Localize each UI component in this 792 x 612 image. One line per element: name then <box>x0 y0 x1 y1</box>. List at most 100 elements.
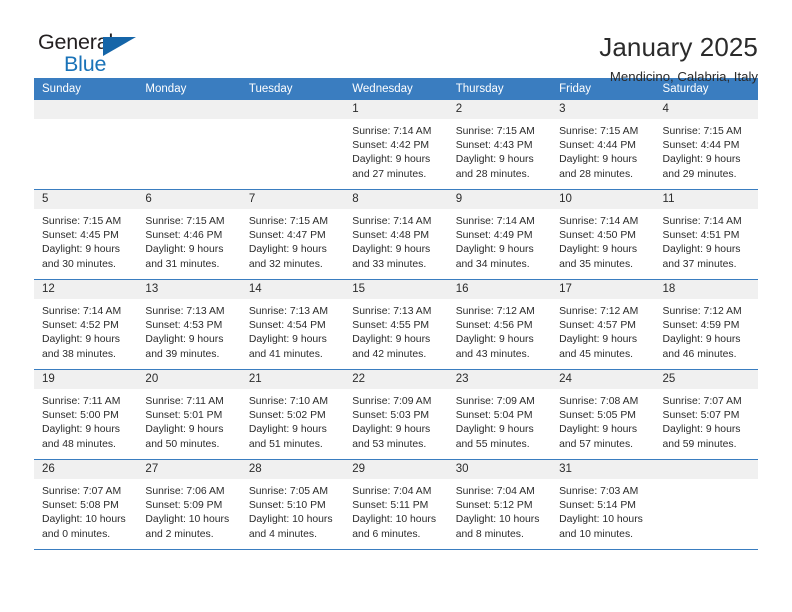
sunset-text: Sunset: 5:10 PM <box>248 500 326 512</box>
day-cell[interactable]: 21 Sunrise: 7:10 AM Sunset: 5:02 PM Dayl… <box>240 370 345 459</box>
sunrise-text: Sunrise: 7:11 AM <box>145 396 224 407</box>
day-number: 12 <box>34 280 138 299</box>
day-cell[interactable]: 5 Sunrise: 7:15 AM Sunset: 4:45 PM Dayli… <box>34 190 138 279</box>
daylight-text-line2: and 30 minutes. <box>42 258 116 270</box>
day-details: Sunrise: 7:15 AM Sunset: 4:45 PM Dayligh… <box>34 209 137 272</box>
page-header: General Blue January 2025 Mendicino, Cal… <box>34 0 758 84</box>
day-details: Sunrise: 7:13 AM Sunset: 4:55 PM Dayligh… <box>344 299 447 362</box>
sunrise-text: Sunrise: 7:03 AM <box>559 486 639 497</box>
daylight-text-line2: and 57 minutes. <box>559 438 634 450</box>
sunset-text: Sunset: 5:07 PM <box>662 410 740 422</box>
day-cell[interactable]: 31 Sunrise: 7:03 AM Sunset: 5:14 PM Dayl… <box>551 460 655 549</box>
sunset-text: Sunset: 4:57 PM <box>559 320 636 332</box>
day-number <box>654 460 758 479</box>
day-cell[interactable]: 6 Sunrise: 7:15 AM Sunset: 4:46 PM Dayli… <box>137 190 241 279</box>
day-details: Sunrise: 7:14 AM Sunset: 4:50 PM Dayligh… <box>551 209 654 272</box>
day-cell[interactable]: 4 Sunrise: 7:15 AM Sunset: 4:44 PM Dayli… <box>654 100 758 189</box>
daylight-text-line1: Daylight: 10 hours <box>145 514 230 526</box>
day-cell[interactable] <box>137 100 241 189</box>
day-cell[interactable]: 3 Sunrise: 7:15 AM Sunset: 4:44 PM Dayli… <box>551 100 655 189</box>
day-cell[interactable]: 2 Sunrise: 7:15 AM Sunset: 4:43 PM Dayli… <box>447 100 552 189</box>
day-details <box>655 479 758 485</box>
sunset-text: Sunset: 4:54 PM <box>248 320 326 332</box>
day-details: Sunrise: 7:11 AM Sunset: 5:00 PM Dayligh… <box>34 389 137 452</box>
day-cell[interactable]: 16 Sunrise: 7:12 AM Sunset: 4:56 PM Dayl… <box>447 280 552 369</box>
day-cell[interactable]: 17 Sunrise: 7:12 AM Sunset: 4:57 PM Dayl… <box>551 280 655 369</box>
sunrise-text: Sunrise: 7:05 AM <box>248 486 328 497</box>
day-cell[interactable]: 23 Sunrise: 7:09 AM Sunset: 5:04 PM Dayl… <box>447 370 552 459</box>
day-cell[interactable]: 13 Sunrise: 7:13 AM Sunset: 4:53 PM Dayl… <box>137 280 241 369</box>
day-number: 15 <box>344 280 448 299</box>
day-cell[interactable]: 27 Sunrise: 7:06 AM Sunset: 5:09 PM Dayl… <box>137 460 241 549</box>
day-cell[interactable]: 25 Sunrise: 7:07 AM Sunset: 5:07 PM Dayl… <box>654 370 758 459</box>
day-number: 11 <box>654 190 758 209</box>
day-cell[interactable]: 30 Sunrise: 7:04 AM Sunset: 5:12 PM Dayl… <box>447 460 552 549</box>
sunrise-text: Sunrise: 7:04 AM <box>352 486 432 497</box>
day-cell[interactable]: 26 Sunrise: 7:07 AM Sunset: 5:08 PM Dayl… <box>34 460 138 549</box>
daylight-text-line1: Daylight: 9 hours <box>662 424 741 436</box>
daylight-text-line1: Daylight: 9 hours <box>455 424 534 436</box>
sunset-text: Sunset: 4:44 PM <box>559 140 636 152</box>
day-cell[interactable]: 19 Sunrise: 7:11 AM Sunset: 5:00 PM Dayl… <box>34 370 138 459</box>
daylight-text-line2: and 10 minutes. <box>559 528 634 540</box>
day-number: 23 <box>447 370 552 389</box>
day-details: Sunrise: 7:03 AM Sunset: 5:14 PM Dayligh… <box>551 479 654 542</box>
day-number <box>240 100 345 119</box>
day-number: 2 <box>447 100 552 119</box>
day-cell[interactable]: 24 Sunrise: 7:08 AM Sunset: 5:05 PM Dayl… <box>551 370 655 459</box>
daylight-text-line2: and 28 minutes. <box>559 168 634 180</box>
day-details: Sunrise: 7:15 AM Sunset: 4:43 PM Dayligh… <box>448 119 551 182</box>
day-cell[interactable]: 10 Sunrise: 7:14 AM Sunset: 4:50 PM Dayl… <box>551 190 655 279</box>
day-number: 3 <box>551 100 655 119</box>
daylight-text-line2: and 4 minutes. <box>248 528 318 540</box>
day-cell[interactable] <box>34 100 138 189</box>
day-number: 31 <box>551 460 655 479</box>
day-cell[interactable]: 22 Sunrise: 7:09 AM Sunset: 5:03 PM Dayl… <box>344 370 448 459</box>
daylight-text-line2: and 55 minutes. <box>455 438 530 450</box>
day-cell[interactable] <box>654 460 758 549</box>
day-cell[interactable]: 15 Sunrise: 7:13 AM Sunset: 4:55 PM Dayl… <box>344 280 448 369</box>
week-row: 26 Sunrise: 7:07 AM Sunset: 5:08 PM Dayl… <box>34 460 758 550</box>
sunset-text: Sunset: 4:51 PM <box>662 230 740 242</box>
sunset-text: Sunset: 4:49 PM <box>455 230 533 242</box>
day-details: Sunrise: 7:14 AM Sunset: 4:51 PM Dayligh… <box>655 209 758 272</box>
daylight-text-line1: Daylight: 9 hours <box>559 244 638 256</box>
sunset-text: Sunset: 5:00 PM <box>42 410 119 422</box>
sunrise-text: Sunrise: 7:04 AM <box>455 486 535 497</box>
day-number: 26 <box>34 460 138 479</box>
day-cell[interactable]: 12 Sunrise: 7:14 AM Sunset: 4:52 PM Dayl… <box>34 280 138 369</box>
day-details: Sunrise: 7:12 AM Sunset: 4:57 PM Dayligh… <box>551 299 654 362</box>
general-blue-logo[interactable]: General Blue <box>34 30 154 78</box>
day-cell[interactable]: 7 Sunrise: 7:15 AM Sunset: 4:47 PM Dayli… <box>240 190 345 279</box>
day-cell[interactable]: 14 Sunrise: 7:13 AM Sunset: 4:54 PM Dayl… <box>240 280 345 369</box>
sunset-text: Sunset: 5:05 PM <box>559 410 636 422</box>
daylight-text-line1: Daylight: 10 hours <box>455 514 540 526</box>
day-details <box>241 119 344 125</box>
daylight-text-line2: and 2 minutes. <box>145 528 214 540</box>
sunrise-text: Sunrise: 7:10 AM <box>248 396 328 407</box>
day-cell[interactable]: 11 Sunrise: 7:14 AM Sunset: 4:51 PM Dayl… <box>654 190 758 279</box>
day-number: 24 <box>551 370 655 389</box>
sunrise-text: Sunrise: 7:09 AM <box>455 396 535 407</box>
daylight-text-line1: Daylight: 10 hours <box>248 514 333 526</box>
day-cell[interactable]: 20 Sunrise: 7:11 AM Sunset: 5:01 PM Dayl… <box>137 370 241 459</box>
weekday-header-friday: Friday <box>559 83 592 95</box>
sunset-text: Sunset: 4:59 PM <box>662 320 740 332</box>
sunset-text: Sunset: 4:56 PM <box>455 320 533 332</box>
sunset-text: Sunset: 4:46 PM <box>145 230 223 242</box>
day-details: Sunrise: 7:06 AM Sunset: 5:09 PM Dayligh… <box>137 479 240 542</box>
day-cell[interactable]: 1 Sunrise: 7:14 AM Sunset: 4:42 PM Dayli… <box>344 100 448 189</box>
day-cell[interactable]: 18 Sunrise: 7:12 AM Sunset: 4:59 PM Dayl… <box>654 280 758 369</box>
daylight-text-line2: and 29 minutes. <box>662 168 737 180</box>
sunrise-text: Sunrise: 7:06 AM <box>145 486 225 497</box>
day-cell[interactable] <box>240 100 345 189</box>
day-cell[interactable]: 8 Sunrise: 7:14 AM Sunset: 4:48 PM Dayli… <box>344 190 448 279</box>
day-cell[interactable]: 28 Sunrise: 7:05 AM Sunset: 5:10 PM Dayl… <box>240 460 345 549</box>
day-details: Sunrise: 7:12 AM Sunset: 4:56 PM Dayligh… <box>448 299 551 362</box>
daylight-text-line1: Daylight: 9 hours <box>145 244 224 256</box>
sunset-text: Sunset: 4:50 PM <box>559 230 636 242</box>
daylight-text-line1: Daylight: 9 hours <box>42 334 120 346</box>
day-cell[interactable]: 29 Sunrise: 7:04 AM Sunset: 5:11 PM Dayl… <box>344 460 448 549</box>
day-cell[interactable]: 9 Sunrise: 7:14 AM Sunset: 4:49 PM Dayli… <box>447 190 552 279</box>
day-number: 8 <box>344 190 448 209</box>
